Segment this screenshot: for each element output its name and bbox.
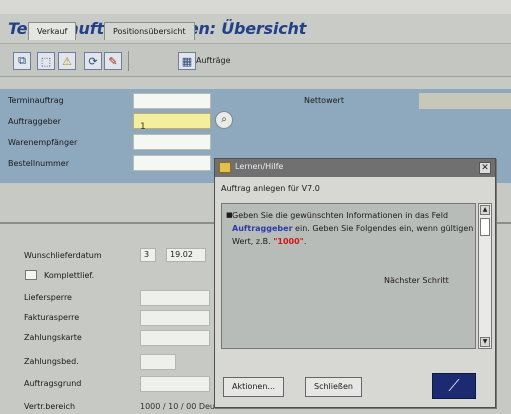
dialog-message-panel: ■ Geben Sie die gewünschten Informatione… (221, 203, 476, 349)
field-label-warenempfaenger: Warenempfänger (8, 138, 78, 147)
liefersperre-label: Liefersperre (24, 293, 72, 302)
title-bar: Terminauftrag anlegen: Übersicht (0, 14, 511, 44)
orders-button[interactable]: Aufträge (196, 56, 231, 65)
warning-icon[interactable]: ⚠ (58, 52, 76, 70)
back-icon[interactable]: ⬚ (37, 52, 55, 70)
dialog-scrollbar[interactable]: ▲ ▼ (478, 203, 492, 349)
dialog-title-bar: Lernen/Hilfe ✕ (215, 159, 495, 177)
komplett-label: Komplettlief. (44, 271, 95, 280)
tab-verkauf[interactable]: Verkauf (28, 22, 77, 40)
zahlungsbed-input[interactable] (140, 354, 176, 370)
highlighted-field-name: Auftraggeber (232, 224, 293, 233)
terminauftrag-input[interactable] (133, 93, 211, 109)
actions-button[interactable]: Aktionen... (223, 377, 285, 397)
field-label-terminauftrag: Terminauftrag (8, 96, 64, 105)
application-toolbar: ⧉ ⬚ ⚠ ⟳ ✎ ▦ Aufträge (0, 44, 511, 77)
warenempfaenger-input[interactable] (133, 134, 211, 150)
net-value-field (419, 93, 511, 109)
assistant-logo-icon: ⟋ (432, 373, 476, 399)
zahlungsbed-label: Zahlungsbed. (24, 357, 79, 366)
wunschlieferdatum-input[interactable]: 19.02 (166, 248, 206, 262)
fakturasperre-label: Fakturasperre (24, 313, 80, 322)
bestellnummer-input[interactable] (133, 155, 211, 171)
liefersperre-input[interactable] (140, 290, 210, 306)
table-icon[interactable]: ▦ (178, 52, 196, 70)
refresh-icon[interactable]: ⟳ (84, 52, 102, 70)
close-button[interactable]: Schließen (305, 377, 362, 397)
auftragsgrund-input[interactable] (140, 376, 210, 392)
auftraggeber-input[interactable]: 1 (133, 113, 211, 132)
dialog-subtitle: Auftrag anlegen für V7.0 (221, 184, 320, 193)
komplett-checkbox[interactable] (25, 270, 37, 280)
field-label-bestellnummer: Bestellnummer (8, 159, 70, 168)
dialog-title: Lernen/Hilfe (235, 162, 284, 171)
next-step-link[interactable]: Nächster Schritt (384, 276, 449, 285)
search-help-icon[interactable]: ⌕ (215, 111, 233, 129)
vertriebsbereich-label: Vertr.bereich (24, 402, 76, 411)
zahlungskarte-label: Zahlungskarte (24, 333, 82, 342)
field-label-auftraggeber: Auftraggeber (8, 117, 61, 126)
auftragsgrund-label: Auftragsgrund (24, 379, 82, 388)
scroll-thumb[interactable] (480, 218, 490, 236)
close-icon[interactable]: ✕ (479, 162, 491, 174)
tab-positionsuebersicht[interactable]: Positionsübersicht (104, 22, 195, 40)
scroll-down-icon[interactable]: ▼ (480, 337, 490, 347)
fakturasperre-input[interactable] (140, 310, 210, 326)
date-type-field[interactable]: 3 (140, 248, 156, 262)
wunschlieferdatum-label: Wunschlieferdatum (24, 251, 102, 260)
scroll-up-icon[interactable]: ▲ (480, 205, 490, 215)
help-icon (219, 162, 231, 173)
example-value: "1000" (273, 237, 304, 246)
net-value-label: Nettowert (304, 96, 344, 105)
help-dialog: Lernen/Hilfe ✕ Auftrag anlegen für V7.0 … (214, 158, 496, 408)
clear-icon[interactable]: ✎ (104, 52, 122, 70)
toolbar-separator (128, 51, 129, 71)
zahlungskarte-input[interactable] (140, 330, 210, 346)
bullet-icon: ■ (226, 211, 233, 219)
top-chrome (0, 0, 511, 14)
dialog-message: ■ Geben Sie die gewünschten Informatione… (226, 211, 474, 246)
save-icon[interactable]: ⧉ (13, 52, 31, 70)
